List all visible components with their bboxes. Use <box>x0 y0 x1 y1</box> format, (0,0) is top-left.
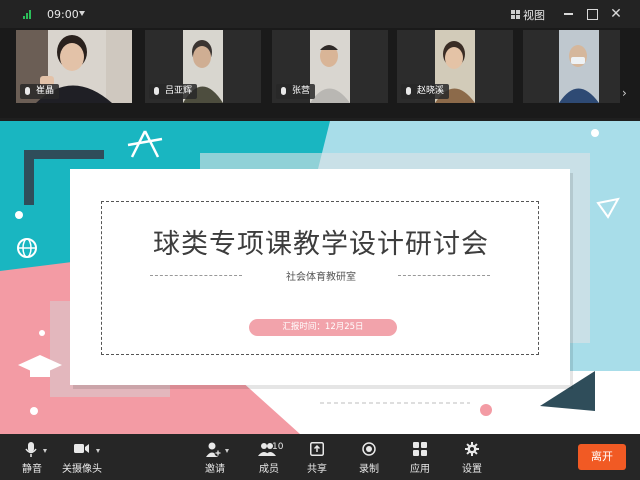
camera-icon <box>74 444 89 453</box>
member-count: 10 <box>272 442 284 452</box>
chevron-down-icon[interactable] <box>43 449 47 453</box>
settings-button[interactable]: 设置 <box>457 434 487 480</box>
participant-name-tag: 吕亚辉 <box>149 84 198 99</box>
title-bar: 09:00 视图 ✕ <box>0 0 640 28</box>
participant-tile[interactable] <box>523 30 620 103</box>
participant-name-tag: 张营 <box>276 84 316 99</box>
network-signal-icon <box>23 10 33 19</box>
subtitle-row: 社会体育教研室 <box>102 268 540 283</box>
slide-title: 球类专项课教学设计研讨会 <box>153 229 489 260</box>
maximize-icon[interactable] <box>585 7 599 21</box>
participant-tile[interactable]: 吕亚辉 <box>145 30 261 103</box>
close-icon[interactable]: ✕ <box>609 7 623 21</box>
view-label: 视图 <box>523 8 545 22</box>
camera-off-button[interactable]: 关摄像头 <box>60 434 104 480</box>
video-feed <box>523 30 620 103</box>
chevron-down-icon[interactable] <box>96 449 100 453</box>
participant-strip: 崔晶 吕亚辉 张营 赵晓溪 › <box>0 28 640 118</box>
grid-icon <box>511 10 520 19</box>
minimize-icon[interactable] <box>562 7 576 21</box>
meeting-time[interactable]: 09:00 <box>47 8 79 21</box>
invite-button[interactable]: 邀请 <box>198 434 232 480</box>
participant-tile[interactable]: 崔晶 <box>16 30 132 103</box>
slide-title-card: 球类专项课教学设计研讨会 社会体育教研室 汇报时间：12月25日 <box>70 169 570 385</box>
apps-grid-icon <box>413 442 427 456</box>
mute-button[interactable]: 静音 <box>14 434 50 480</box>
members-button[interactable]: 10 成员 <box>252 434 286 480</box>
shared-slide: 球类专项课教学设计研讨会 社会体育教研室 汇报时间：12月25日 <box>0 121 640 434</box>
chevron-down-icon[interactable] <box>79 11 85 16</box>
microphone-icon <box>25 442 37 457</box>
mic-icon <box>25 87 30 95</box>
apps-button[interactable]: 应用 <box>405 434 435 480</box>
view-button[interactable]: 视图 <box>511 7 545 22</box>
mic-icon <box>406 87 411 95</box>
slide-date-badge: 汇报时间：12月25日 <box>249 319 397 336</box>
mic-icon <box>154 87 159 95</box>
share-screen-icon <box>310 442 324 456</box>
chevron-down-icon[interactable] <box>225 449 229 453</box>
gear-icon <box>465 442 479 456</box>
record-button[interactable]: 录制 <box>354 434 384 480</box>
participant-name-tag: 赵晓溪 <box>401 84 450 99</box>
participant-name-tag: 崔晶 <box>20 84 60 99</box>
mic-icon <box>281 87 286 95</box>
meeting-toolbar: 静音 关摄像头 邀请 10 成员 共享 录制 应用 设置 离开 <box>0 434 640 480</box>
chevron-right-icon[interactable]: › <box>622 86 627 100</box>
meeting-window: 09:00 视图 ✕ 崔晶 吕亚辉 张营 赵晓溪 › 球类专项课教学设计研讨会 … <box>0 0 640 480</box>
participant-tile[interactable]: 赵晓溪 <box>397 30 513 103</box>
divider <box>398 275 490 276</box>
record-icon <box>362 442 376 456</box>
share-button[interactable]: 共享 <box>302 434 332 480</box>
add-user-icon <box>206 442 222 457</box>
participant-tile[interactable]: 张营 <box>272 30 388 103</box>
title-frame: 球类专项课教学设计研讨会 社会体育教研室 汇报时间：12月25日 <box>101 201 539 355</box>
leave-meeting-button[interactable]: 离开 <box>578 444 626 470</box>
